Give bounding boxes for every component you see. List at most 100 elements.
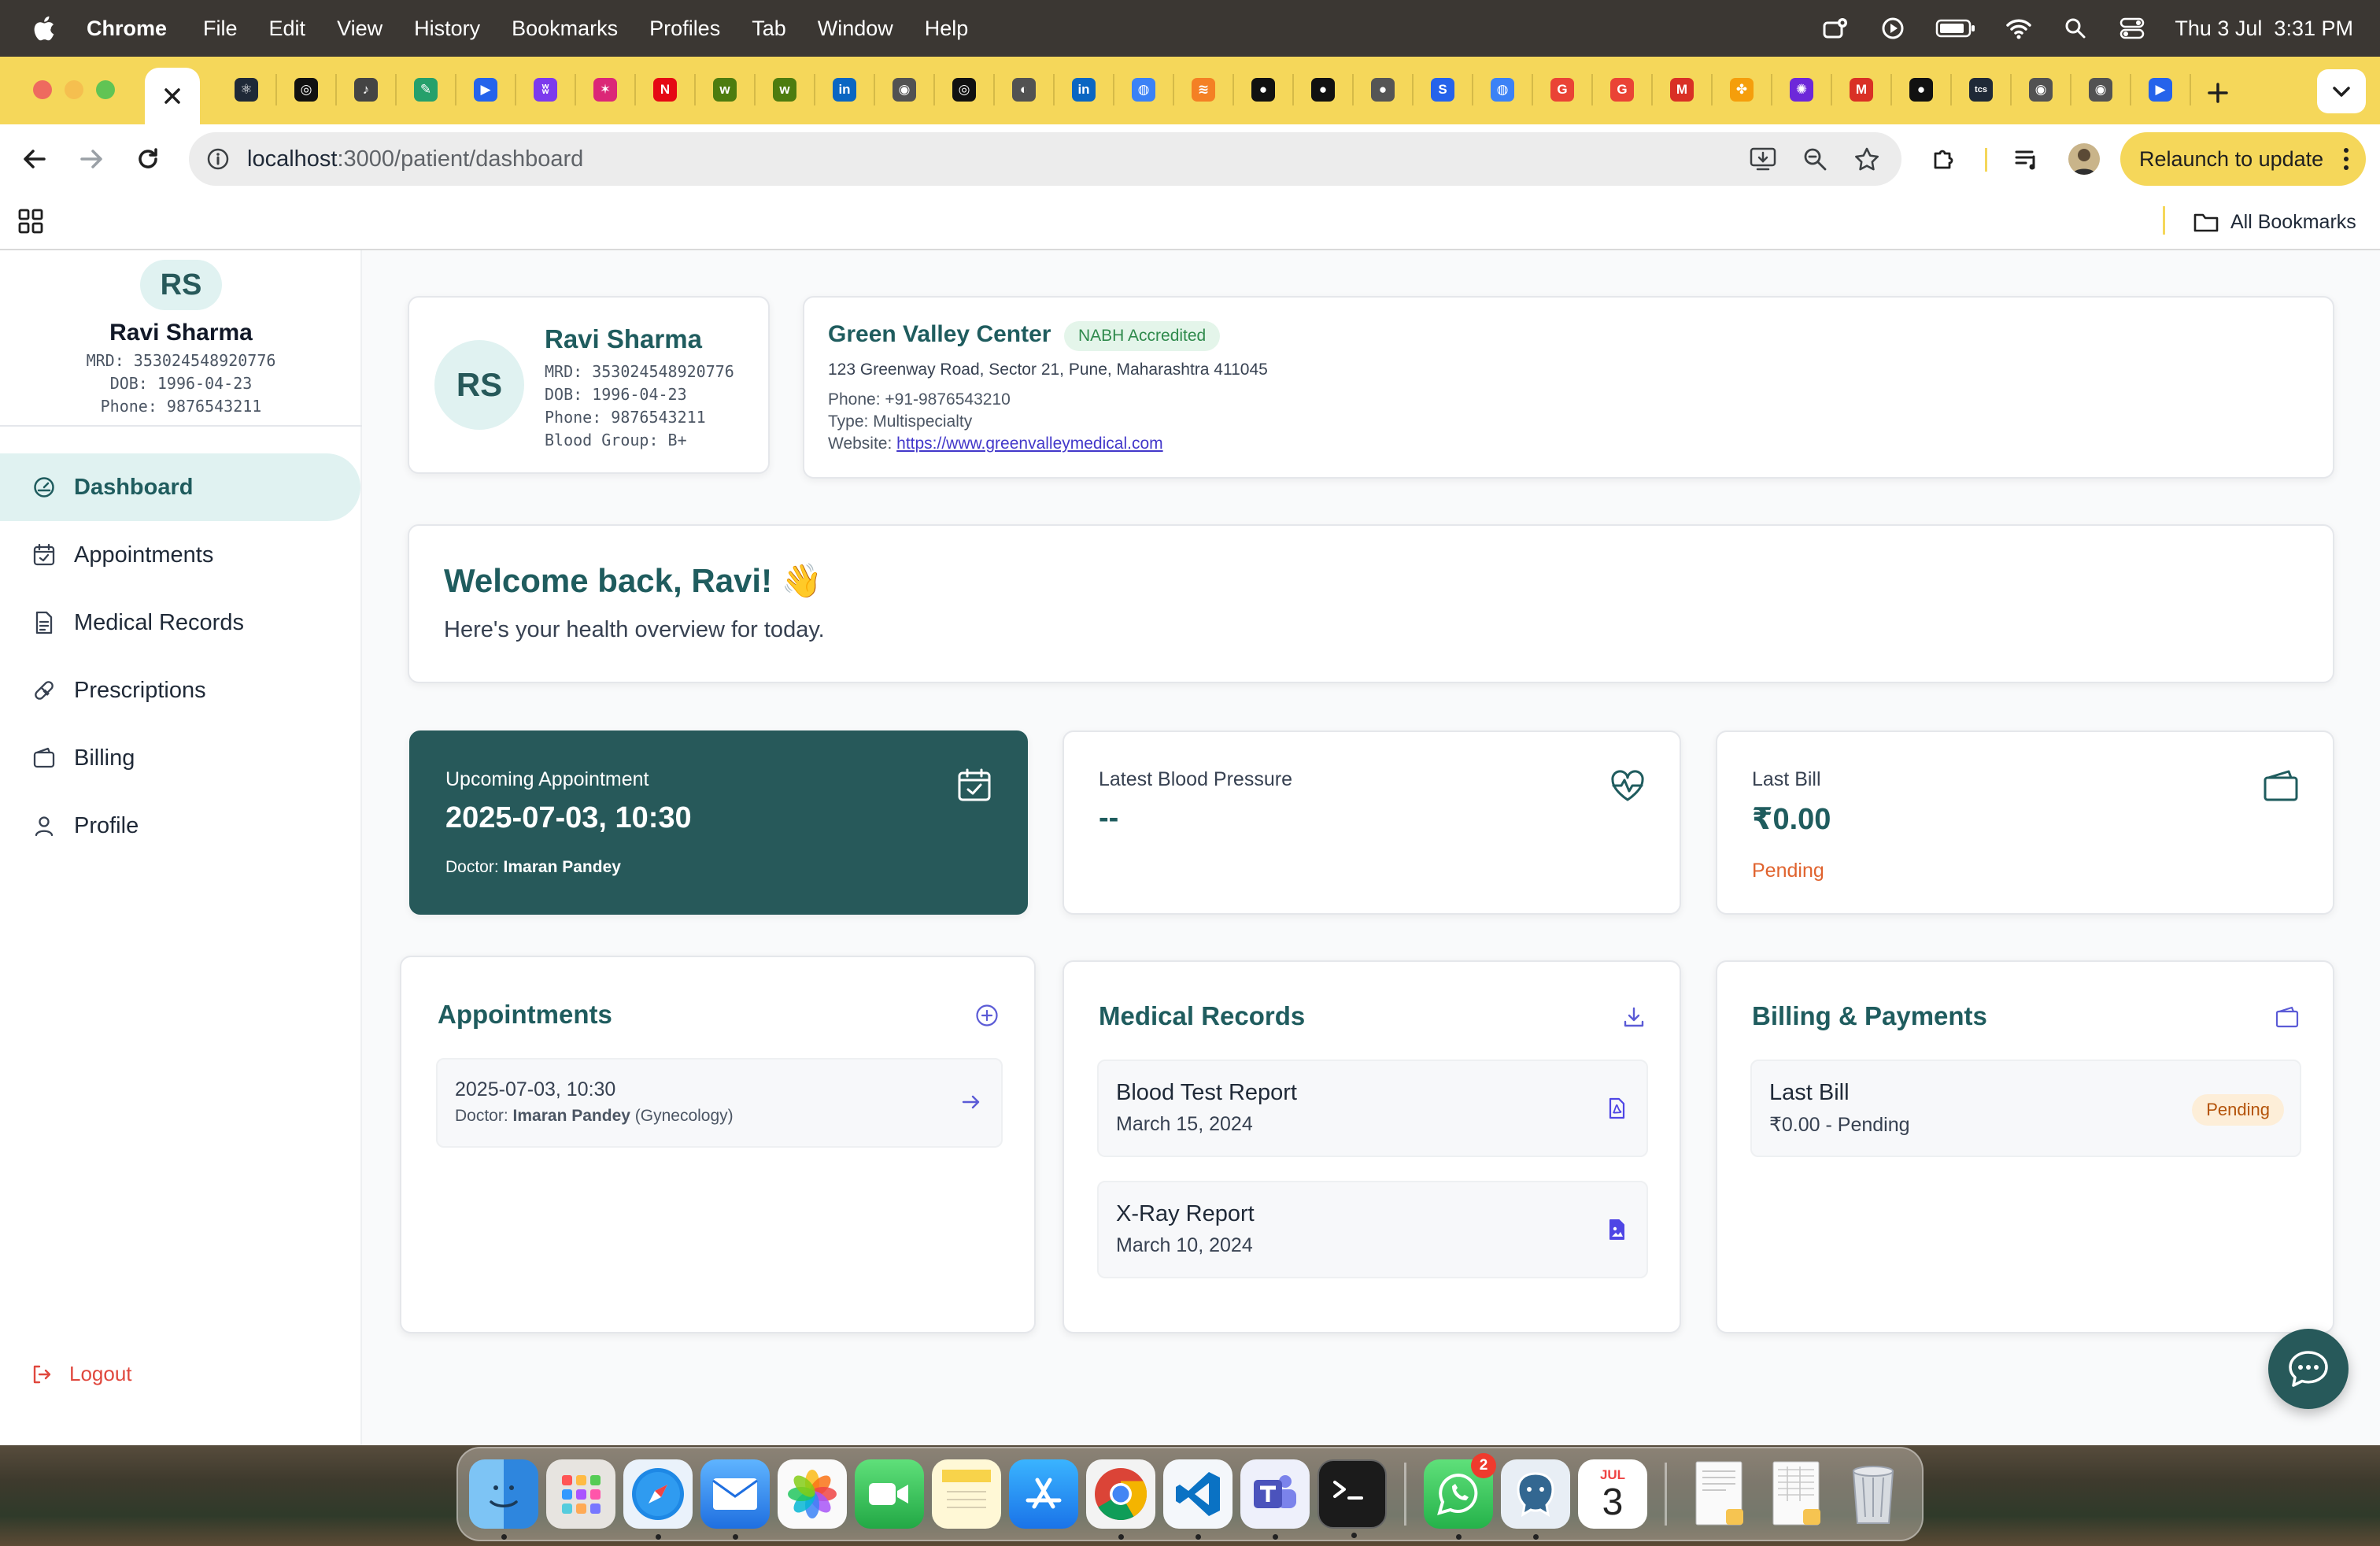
arrow-right-icon[interactable] bbox=[960, 1091, 982, 1113]
calendar-icon[interactable]: JUL 3 bbox=[1578, 1459, 1647, 1529]
menu-clock[interactable]: Thu 3 Jul 3:31 PM bbox=[2175, 17, 2353, 41]
wallet-icon[interactable] bbox=[2275, 1004, 2300, 1030]
sidebar-item-dashboard[interactable]: Dashboard bbox=[0, 453, 360, 521]
browser-tab[interactable]: ● bbox=[1234, 74, 1294, 105]
notes-icon[interactable] bbox=[932, 1459, 1001, 1529]
pdf-file-icon[interactable] bbox=[1606, 1097, 1628, 1119]
browser-tab[interactable]: in bbox=[815, 74, 875, 105]
active-tab[interactable] bbox=[145, 68, 200, 124]
menu-window[interactable]: Window bbox=[818, 17, 893, 41]
browser-tab[interactable]: ◍ bbox=[1114, 74, 1174, 105]
browser-tab[interactable]: ▶ bbox=[2131, 74, 2191, 105]
menu-help[interactable]: Help bbox=[925, 17, 969, 41]
website-link[interactable]: https://www.greenvalleymedical.com bbox=[896, 435, 1162, 453]
tab-search-button[interactable] bbox=[2317, 69, 2366, 113]
menu-app-name[interactable]: Chrome bbox=[87, 17, 167, 41]
all-bookmarks-button[interactable]: All Bookmarks bbox=[2193, 206, 2356, 238]
sidebar-item-billing[interactable]: Billing bbox=[0, 724, 360, 792]
browser-tab[interactable]: S bbox=[1414, 74, 1473, 105]
document-icon[interactable] bbox=[1684, 1459, 1754, 1529]
browser-tab[interactable]: ◍ bbox=[1473, 74, 1533, 105]
menu-file[interactable]: File bbox=[203, 17, 238, 41]
finder-icon[interactable] bbox=[469, 1459, 538, 1540]
app-store-icon[interactable] bbox=[1009, 1459, 1078, 1529]
browser-tab[interactable]: ● bbox=[1892, 74, 1952, 105]
upcoming-appointment-card[interactable]: Upcoming Appointment 2025-07-03, 10:30 D… bbox=[409, 730, 1028, 915]
browser-tab[interactable]: ◐ bbox=[995, 74, 1055, 105]
browser-tab[interactable]: G bbox=[1593, 74, 1653, 105]
whatsapp-icon[interactable]: 2 bbox=[1424, 1453, 1496, 1540]
browser-tab[interactable]: ✶ bbox=[576, 74, 636, 105]
window-minimize-button[interactable] bbox=[65, 80, 83, 99]
sidebar-item-medical-records[interactable]: Medical Records bbox=[0, 589, 360, 656]
browser-tab[interactable]: ✎ bbox=[397, 74, 456, 105]
browser-tab[interactable]: ◉ bbox=[2012, 74, 2071, 105]
browser-tab[interactable]: ◎ bbox=[277, 74, 337, 105]
install-app-icon[interactable] bbox=[1749, 145, 1777, 173]
postgres-icon[interactable] bbox=[1501, 1459, 1570, 1540]
apps-grid-icon[interactable] bbox=[17, 208, 44, 235]
new-tab-button[interactable] bbox=[2202, 77, 2234, 109]
browser-tab[interactable]: tcs bbox=[1952, 74, 2012, 105]
forward-button[interactable] bbox=[76, 143, 107, 175]
profile-avatar[interactable] bbox=[2068, 143, 2100, 175]
play-icon[interactable] bbox=[1879, 14, 1907, 43]
browser-tab[interactable]: ● bbox=[1294, 74, 1354, 105]
last-bill-card[interactable]: Last Bill ₹0.00 Pending bbox=[1716, 730, 2334, 915]
browser-tab[interactable]: G bbox=[1533, 74, 1593, 105]
terminal-icon[interactable] bbox=[1318, 1459, 1387, 1538]
mail-icon[interactable] bbox=[700, 1459, 770, 1540]
logout-button[interactable]: Logout bbox=[31, 1362, 132, 1386]
browser-tab[interactable]: in bbox=[1055, 74, 1114, 105]
appointment-row[interactable]: 2025-07-03, 10:30 Doctor: Imaran Pandey … bbox=[436, 1058, 1003, 1148]
hotspot-icon[interactable] bbox=[1822, 14, 1850, 43]
menu-profiles[interactable]: Profiles bbox=[649, 17, 720, 41]
sidebar-item-prescriptions[interactable]: Prescriptions bbox=[0, 656, 360, 724]
bill-row[interactable]: Last Bill ₹0.00 - Pending Pending bbox=[1750, 1060, 2301, 1157]
browser-tab[interactable]: ● bbox=[1354, 74, 1414, 105]
image-file-icon[interactable] bbox=[1606, 1219, 1628, 1241]
photos-icon[interactable] bbox=[778, 1459, 847, 1529]
relaunch-to-update-button[interactable]: Relaunch to update bbox=[2120, 132, 2366, 186]
battery-icon[interactable] bbox=[1935, 14, 1976, 43]
zoom-icon[interactable] bbox=[1801, 145, 1829, 173]
bookmark-star-icon[interactable] bbox=[1853, 145, 1881, 173]
back-button[interactable] bbox=[19, 143, 50, 175]
browser-tab[interactable]: ✺ bbox=[1772, 74, 1832, 105]
menu-tab[interactable]: Tab bbox=[752, 17, 786, 41]
teams-icon[interactable] bbox=[1240, 1459, 1310, 1540]
sidebar-item-appointments[interactable]: Appointments bbox=[0, 521, 360, 589]
browser-tab[interactable]: ◉ bbox=[875, 74, 935, 105]
wifi-icon[interactable] bbox=[2005, 14, 2033, 43]
menu-view[interactable]: View bbox=[337, 17, 382, 41]
browser-tab[interactable]: ◎ bbox=[935, 74, 995, 105]
spotlight-icon[interactable] bbox=[2061, 14, 2090, 43]
extensions-icon[interactable] bbox=[1928, 143, 1960, 175]
spreadsheet-icon[interactable] bbox=[1761, 1459, 1831, 1529]
browser-tab[interactable]: w bbox=[696, 74, 756, 105]
control-center-icon[interactable] bbox=[2118, 14, 2146, 43]
reload-button[interactable] bbox=[132, 143, 164, 175]
browser-tab[interactable]: N bbox=[636, 74, 696, 105]
blood-pressure-card[interactable]: Latest Blood Pressure -- bbox=[1062, 730, 1681, 915]
media-controls-icon[interactable] bbox=[2012, 143, 2043, 175]
menu-edit[interactable]: Edit bbox=[269, 17, 306, 41]
browser-tab[interactable]: ✤ bbox=[1713, 74, 1772, 105]
browser-tab[interactable]: M bbox=[1832, 74, 1892, 105]
site-info-icon[interactable] bbox=[206, 147, 230, 171]
download-icon[interactable] bbox=[1621, 1004, 1646, 1030]
menu-history[interactable]: History bbox=[414, 17, 480, 41]
add-circle-icon[interactable] bbox=[974, 1003, 1000, 1028]
menu-bookmarks[interactable]: Bookmarks bbox=[512, 17, 618, 41]
record-row[interactable]: X-Ray Report March 10, 2024 bbox=[1097, 1181, 1648, 1278]
chat-button[interactable] bbox=[2268, 1329, 2349, 1409]
browser-tab[interactable]: ⚛ bbox=[217, 74, 277, 105]
trash-icon[interactable] bbox=[1839, 1459, 1908, 1529]
browser-tab[interactable]: ▶ bbox=[456, 74, 516, 105]
browser-tab[interactable]: ʬ bbox=[516, 74, 576, 105]
browser-tab[interactable]: ◉ bbox=[2071, 74, 2131, 105]
safari-icon[interactable] bbox=[623, 1459, 693, 1540]
sidebar-item-profile[interactable]: Profile bbox=[0, 792, 360, 860]
browser-tab[interactable]: M bbox=[1653, 74, 1713, 105]
address-bar[interactable]: localhost:3000/patient/dashboard bbox=[189, 132, 1901, 186]
